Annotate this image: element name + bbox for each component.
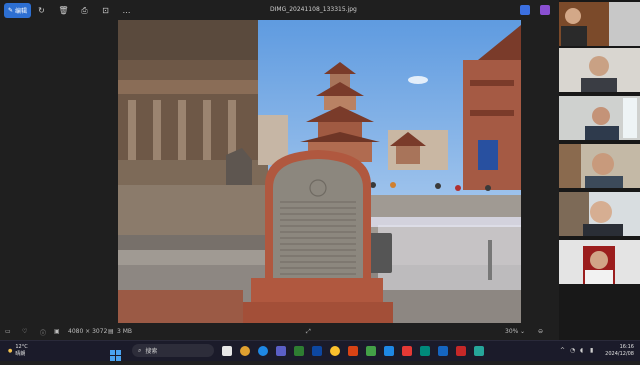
weather-widget[interactable]: ● 12°C 晴朗 <box>8 344 28 358</box>
pdf-icon[interactable] <box>456 346 466 356</box>
edit-icon: ✎ <box>7 7 13 14</box>
participant-tile[interactable] <box>559 240 640 284</box>
delete-icon[interactable]: 🗑 <box>58 5 69 16</box>
crop-icon[interactable]: ⊡ <box>100 5 111 16</box>
zoom-out-icon[interactable]: ⊖ <box>538 328 543 335</box>
participant-tile[interactable] <box>559 2 640 46</box>
teams-icon[interactable] <box>276 346 286 356</box>
file-title: DIMG_20241108_133315.jpg <box>270 6 357 13</box>
file-size: 3 MB <box>117 328 133 335</box>
zoom-dropdown-icon[interactable]: ⌄ <box>520 328 525 335</box>
rotate-icon[interactable]: ↻ <box>36 5 47 16</box>
app-icon[interactable] <box>294 346 304 356</box>
weather-desc: 晴朗 <box>15 351 26 357</box>
search-box[interactable]: ⌕ 搜索 <box>132 344 214 357</box>
image-size-icon: ▣ <box>54 328 60 335</box>
edge-icon[interactable] <box>258 346 268 356</box>
participant-video <box>559 2 640 46</box>
excel-icon[interactable] <box>366 346 376 356</box>
outlook-icon[interactable] <box>312 346 322 356</box>
participant-tile[interactable] <box>559 192 640 236</box>
search-icon: ⌕ <box>138 346 142 354</box>
fit-window-icon[interactable]: ⤢ <box>306 328 311 336</box>
copilot-icon[interactable] <box>540 5 550 15</box>
app-icon[interactable] <box>420 346 430 356</box>
clock-date: 2024/12/08 <box>605 351 634 357</box>
status-bar: ▭ ♡ ⓘ ▣ 4080 × 3072 ▤ 3 MB ⤢ 30% ⌄ ⊖ <box>0 324 559 340</box>
favorite-icon[interactable]: ♡ <box>22 328 27 335</box>
weather-icon: ● <box>8 347 13 354</box>
print-icon[interactable]: ⎙ <box>79 5 90 16</box>
participant-tile[interactable] <box>559 48 640 92</box>
clock[interactable]: 16:16 2024/12/08 <box>605 344 634 358</box>
participant-video <box>559 144 640 188</box>
app-icon[interactable] <box>402 346 412 356</box>
chevron-up-icon[interactable]: ^ <box>560 347 565 354</box>
app-icon[interactable] <box>474 346 484 356</box>
clock-time: 16:16 <box>619 344 634 350</box>
weather-temp: 12°C <box>15 344 28 350</box>
title-bar: ✎ 编辑 ↻ 🗑 ⎙ ⊡ … DIMG_20241108_133315.jpg <box>0 0 559 22</box>
file-size-icon: ▤ <box>108 328 114 335</box>
photo-scene <box>118 20 521 323</box>
battery-icon[interactable]: ▮ <box>590 347 593 354</box>
edit-button[interactable]: ✎ 编辑 <box>4 3 31 18</box>
participant-tile[interactable] <box>559 144 640 188</box>
volume-icon[interactable]: ◖ <box>580 347 583 354</box>
more-options-icon[interactable]: … <box>121 5 132 16</box>
file-explorer-icon[interactable] <box>222 346 232 356</box>
start-icon[interactable] <box>110 346 121 361</box>
info-icon[interactable]: ⓘ <box>40 328 46 337</box>
photo <box>118 20 521 323</box>
chrome-icon[interactable] <box>240 346 250 356</box>
taskbar: ● 12°C 晴朗 ⌕ 搜索 ^ ◔ ◖ ▮ 16:16 2024/12/08 <box>0 340 640 361</box>
edit-label: 编辑 <box>15 8 28 15</box>
word-icon[interactable] <box>384 346 394 356</box>
app-icon[interactable] <box>438 346 448 356</box>
search-placeholder: 搜索 <box>145 348 158 355</box>
network-icon[interactable]: ◔ <box>570 347 575 354</box>
app-icon[interactable] <box>330 346 340 356</box>
dimensions: 4080 × 3072 <box>68 328 108 335</box>
photo-viewer-window: ✎ 编辑 ↻ 🗑 ⎙ ⊡ … DIMG_20241108_133315.jpg <box>0 0 559 340</box>
participant-video <box>559 48 640 92</box>
participant-video <box>559 240 640 284</box>
filmstrip-icon[interactable]: ▭ <box>5 328 11 335</box>
participant-video <box>559 96 640 140</box>
zoom-level[interactable]: 30% <box>505 328 518 335</box>
participant-video <box>559 192 640 236</box>
share-icon[interactable] <box>520 5 530 15</box>
participant-tile[interactable] <box>559 96 640 140</box>
app-icon[interactable] <box>348 346 358 356</box>
